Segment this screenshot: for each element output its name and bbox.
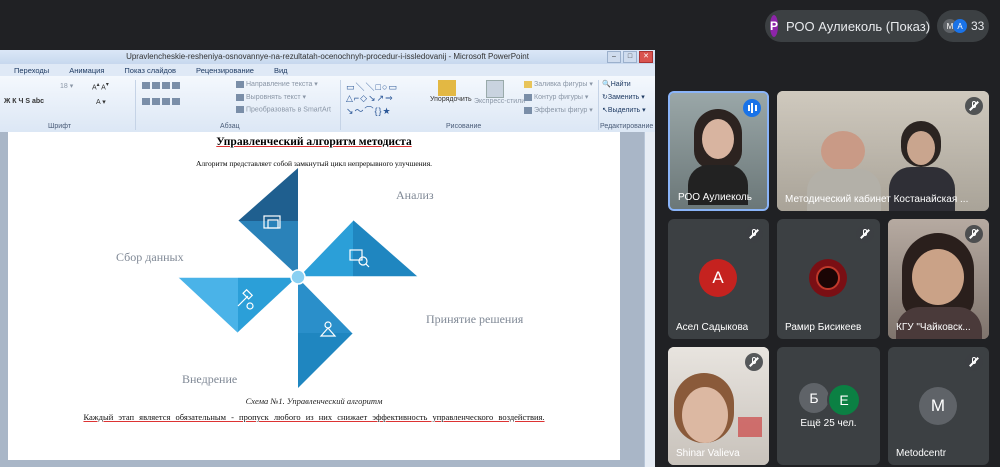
tile-kgu-chaikovsk[interactable]: КГУ "Чайковск... <box>888 219 989 339</box>
vertical-scrollbar[interactable] <box>644 132 655 467</box>
participants-button[interactable]: M A 33 <box>937 10 989 42</box>
tile-shinar-valieva[interactable]: Shinar Valieva <box>668 347 769 465</box>
arrange-button[interactable]: Упорядочить <box>430 80 472 103</box>
pinwheel-hub <box>290 269 306 285</box>
person-face <box>821 131 865 171</box>
shape-effects-button[interactable]: Эффекты фигур ▾ <box>524 106 593 114</box>
editing-group-label: Редактирование <box>600 123 654 130</box>
person-face <box>682 387 728 443</box>
person-face <box>702 119 734 159</box>
tile-name: Metodcentr <box>896 448 947 459</box>
tile-name: Shinar Valieva <box>676 448 740 459</box>
shapes-gallery[interactable]: ▭＼＼□○▭ △⌐◇↘↗⇒ ↘〜⌒{}★ <box>346 80 398 117</box>
tile-name: КГУ "Чайковск... <box>896 322 971 333</box>
font-color-icon[interactable]: A ▾ <box>96 98 106 106</box>
drawing-group-label: Рисование <box>446 123 482 130</box>
tile-name: Методический кабинет Костанайская ... <box>785 194 969 205</box>
avatar-b: Б <box>799 383 829 413</box>
figure-caption: Схема №1. Управленческий алгоритм <box>245 396 383 406</box>
person-face-2 <box>907 131 935 165</box>
powerpoint-window: Upravlencheskie-resheniya-osnovannye-na-… <box>0 50 655 467</box>
tab-review[interactable]: Рецензирование <box>196 66 254 75</box>
mic-off-icon <box>965 225 983 243</box>
format-buttons[interactable]: Ж К Ч S abc <box>4 98 44 105</box>
tab-view[interactable]: Вид <box>274 66 288 75</box>
tile-metod-kabinet[interactable]: Методический кабинет Костанайская ... <box>777 91 989 211</box>
align-buttons[interactable] <box>142 98 182 105</box>
font-size-field[interactable]: 18 ▾ <box>60 82 73 90</box>
mic-off-icon <box>965 97 983 115</box>
tile-name: Ещё 25 чел. <box>800 418 857 429</box>
footer-note: Каждый этап является обязательным - проп… <box>83 412 545 422</box>
tile-ramir-bisikeev[interactable]: Рамир Бисикеев <box>777 219 880 339</box>
grow-font-icon[interactable]: A▴ A▾ <box>92 82 109 91</box>
select-button[interactable]: ↖Выделить ▾ <box>602 106 646 114</box>
shape-outline-button[interactable]: Контур фигуры ▾ <box>524 93 588 101</box>
avatar: M <box>919 387 957 425</box>
stage-data-collection: Сбор данных <box>116 250 184 264</box>
stage-decision: Принятие решения <box>426 312 524 326</box>
presenter-avatar: P <box>770 15 779 37</box>
participant-avatar-a: A <box>953 19 967 33</box>
window-title: Upravlencheskie-resheniya-osnovannye-na-… <box>126 52 529 61</box>
tile-more-participants[interactable]: Б Е Ещё 25 чел. <box>777 347 880 465</box>
tile-asel-sadykova[interactable]: А Асел Садыкова <box>668 219 769 339</box>
tab-slideshow[interactable]: Показ слайдов <box>124 66 176 75</box>
window-title-bar: Upravlencheskie-resheniya-osnovannye-na-… <box>0 50 655 64</box>
align-text-button[interactable]: Выровнять текст ▾ <box>236 93 306 101</box>
mic-off-icon <box>965 353 983 371</box>
font-group-label: Шрифт <box>48 123 72 130</box>
smartart-button[interactable]: Преобразовать в SmartArt <box>236 106 331 113</box>
replace-button[interactable]: ↻Заменить ▾ <box>602 93 645 101</box>
dragon-logo-icon <box>809 259 847 297</box>
tab-transitions[interactable]: Переходы <box>14 66 49 75</box>
presenter-chip[interactable]: P РОО Аулиеколь (Показ) <box>765 10 930 42</box>
tile-name: Асел Садыкова <box>676 322 749 333</box>
tile-name: РОО Аулиеколь <box>678 192 752 203</box>
presenter-label: РОО Аулиеколь (Показ) <box>786 18 931 34</box>
tile-metodcentr[interactable]: M Metodcentr <box>888 347 989 465</box>
pinwheel-diagram <box>178 168 418 388</box>
maximize-button[interactable]: □ <box>623 51 637 63</box>
background-object <box>738 417 762 437</box>
stage-implementation: Внедрение <box>182 372 238 386</box>
paragraph-group-label: Абзац <box>220 123 240 130</box>
mic-off-icon <box>745 353 763 371</box>
avatar: А <box>699 259 737 297</box>
slide-page[interactable]: Управленческий алгоритм методиста Алгори… <box>8 132 620 460</box>
avatar-e: Е <box>827 383 861 417</box>
text-direction-button[interactable]: Направление текста ▾ <box>236 80 318 88</box>
document-subtitle: Алгоритм представляет собой замкнутый ци… <box>195 159 433 168</box>
participant-count: 33 <box>971 19 985 33</box>
shape-fill-button[interactable]: Заливка фигуры ▾ <box>524 80 593 88</box>
ribbon-tabs: Переходы Анимация Показ слайдов Рецензир… <box>0 64 655 76</box>
tile-name: Рамир Бисикеев <box>785 322 862 333</box>
document-area: Управленческий алгоритм методиста Алгори… <box>0 132 645 467</box>
list-buttons[interactable] <box>142 82 182 89</box>
document-title: Управленческий алгоритм методиста <box>216 136 412 148</box>
ribbon: 18 ▾ A▴ A▾ Ж К Ч S abc A ▾ Шрифт Направл… <box>0 76 655 133</box>
speaking-indicator-icon <box>743 99 761 117</box>
person-face <box>912 249 964 305</box>
close-button[interactable]: ✕ <box>639 51 653 63</box>
quick-styles-button[interactable]: Экспресс-стили <box>474 80 525 105</box>
find-button[interactable]: 🔍Найти <box>602 80 631 88</box>
tile-roo-auliekol[interactable]: РОО Аулиеколь <box>668 91 769 211</box>
tab-animation[interactable]: Анимация <box>69 66 104 75</box>
mic-off-icon <box>745 225 763 243</box>
stage-analysis: Анализ <box>396 188 434 202</box>
minimize-button[interactable]: – <box>607 51 621 63</box>
mic-off-icon <box>856 225 874 243</box>
